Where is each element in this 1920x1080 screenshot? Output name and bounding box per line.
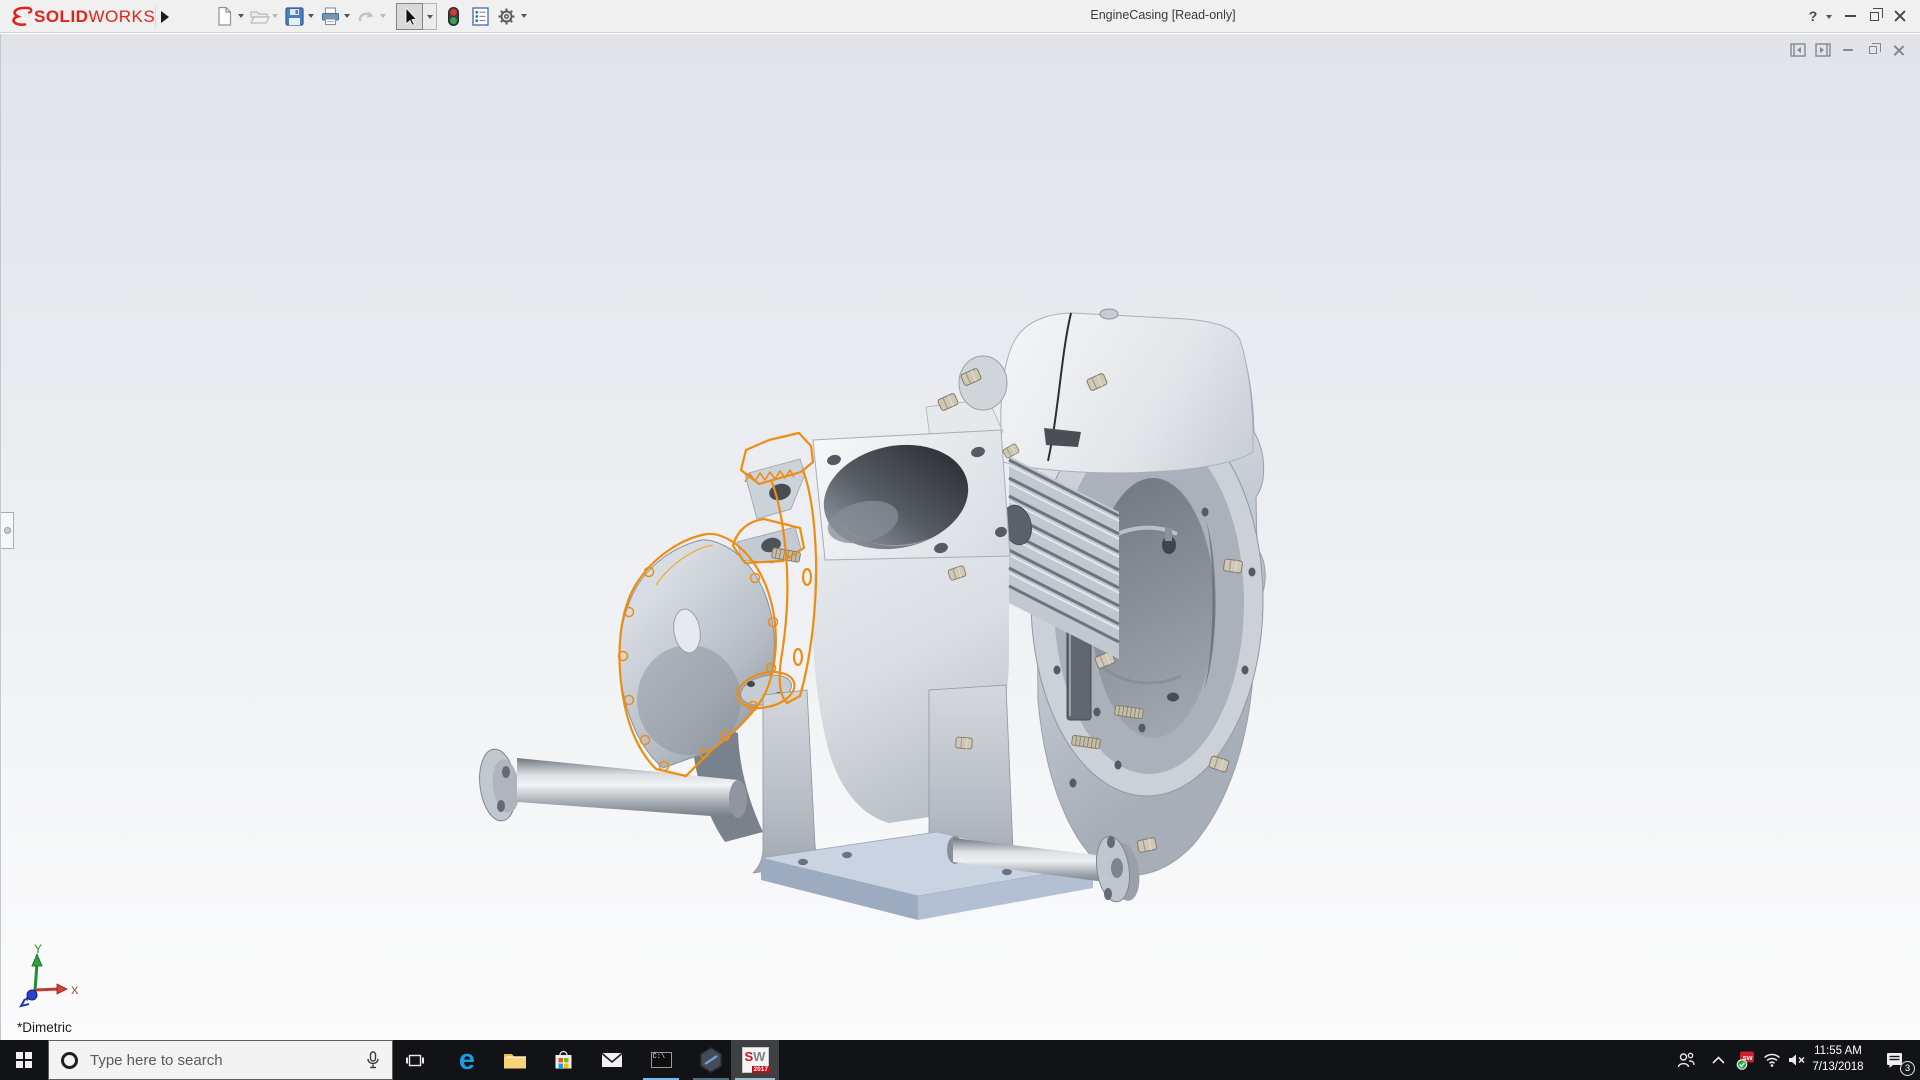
top-cover[interactable] [1000, 308, 1254, 474]
taskbar-solidworks-button[interactable]: SW 2017 [731, 1040, 779, 1080]
close-document-button[interactable] [1890, 42, 1906, 58]
taskbar-file-explorer-button[interactable] [491, 1040, 539, 1080]
new-document-button[interactable] [214, 6, 235, 27]
minimize-button[interactable] [1840, 6, 1860, 26]
taskbar-mail-button[interactable] [588, 1040, 636, 1080]
volume-muted-icon [1789, 1054, 1805, 1066]
taskbar-edge-button[interactable]: e [443, 1040, 491, 1080]
triad-y-label: Y [34, 942, 42, 956]
options-dropdown[interactable] [521, 14, 527, 18]
taskbar-hexagon-app-button[interactable] [687, 1040, 735, 1080]
store-icon [555, 1050, 571, 1069]
start-button[interactable] [0, 1040, 48, 1080]
file-properties-button[interactable] [470, 6, 491, 27]
open-button[interactable] [249, 6, 270, 27]
graphics-area[interactable]: Y X *Dimetric [0, 34, 1920, 1040]
windows-taskbar: e C:\ [0, 1040, 1920, 1080]
triad-x-label: X [71, 985, 79, 997]
action-center-button[interactable]: 3 [1872, 1040, 1918, 1080]
pane-handle-icon [3, 527, 11, 534]
solidworks-tray-icon: sw [1736, 1051, 1754, 1070]
people-icon [1677, 1052, 1695, 1068]
chevron-up-icon [1711, 1056, 1725, 1064]
dock-pane-left-button[interactable] [1790, 42, 1806, 58]
brand-text-bold: SOLID [34, 6, 89, 26]
cursor-icon [405, 6, 418, 26]
minimize-icon [1844, 15, 1856, 17]
open-dropdown [272, 14, 278, 18]
orientation-triad: Y X [18, 942, 79, 1008]
toolbar-flyout-button[interactable] [155, 5, 173, 28]
dock-pane-right-icon [1815, 43, 1831, 57]
save-dropdown[interactable] [308, 14, 314, 18]
print-dropdown[interactable] [344, 14, 350, 18]
task-view-icon [406, 1054, 424, 1066]
close-icon [1893, 45, 1904, 56]
flyout-arrow-icon [160, 10, 169, 23]
search-input[interactable] [90, 1051, 366, 1069]
engine-casing-model[interactable]: Y X [1, 34, 1920, 1040]
minimize-icon [1843, 49, 1853, 51]
restore-button[interactable] [1864, 6, 1884, 26]
restore-icon [1869, 7, 1883, 21]
document-title: EngineCasing [Read-only] [1090, 8, 1236, 22]
mail-icon [601, 1052, 623, 1067]
tray-clock[interactable]: 11:55 AM 7/13/2018 [1806, 1040, 1870, 1080]
notification-badge: 3 [1900, 1061, 1915, 1076]
solidworks-swirl-icon [12, 6, 33, 26]
restore-document-button[interactable] [1865, 42, 1881, 58]
select-tool-button[interactable] [396, 3, 423, 30]
undo-dropdown [380, 14, 386, 18]
view-orientation-label: *Dimetric [17, 1020, 72, 1035]
tray-show-hidden-icons-button[interactable] [1706, 1040, 1730, 1080]
solidworks-app-icon: SW 2017 [741, 1047, 770, 1073]
solidworks-logo: SOLID WORKS [8, 4, 155, 29]
close-icon [1894, 10, 1906, 22]
microphone-icon[interactable] [366, 1051, 380, 1069]
print-button[interactable] [320, 6, 341, 27]
tray-network-button[interactable] [1759, 1040, 1785, 1080]
save-button[interactable] [284, 6, 305, 27]
tray-solidworks-button[interactable]: sw [1733, 1040, 1759, 1080]
hexagon-app-icon [700, 1047, 722, 1073]
dock-pane-left-icon [1790, 43, 1806, 57]
clock-time: 11:55 AM [1814, 1045, 1862, 1058]
document-window-controls [1790, 42, 1906, 58]
wifi-icon [1764, 1053, 1780, 1067]
new-document-dropdown[interactable] [238, 14, 244, 18]
minimize-document-button[interactable] [1840, 42, 1856, 58]
taskbar-search[interactable] [48, 1040, 393, 1080]
close-button[interactable] [1890, 6, 1910, 26]
chevron-down-icon [426, 14, 433, 19]
title-bar: SOLID WORKS EngineCasing [Read-only] ? [0, 0, 1920, 33]
pedestal-stud [955, 736, 973, 750]
undo-button [358, 11, 374, 22]
help-dropdown[interactable] [1826, 15, 1832, 19]
restore-icon [1869, 43, 1881, 54]
edge-icon: e [458, 1043, 476, 1076]
command-prompt-icon: C:\ [650, 1052, 672, 1068]
solidworks-window: SOLID WORKS EngineCasing [Read-only] ? Y… [0, 0, 1920, 1080]
clock-date: 7/13/2018 [1812, 1061, 1864, 1073]
tray-people-button[interactable] [1672, 1040, 1700, 1080]
select-tool-dropdown[interactable] [423, 3, 437, 30]
brand-text-light: WORKS [88, 6, 156, 26]
dock-pane-right-button[interactable] [1815, 42, 1831, 58]
options-gear-button[interactable] [496, 6, 517, 27]
feature-manager-collapsed-tab[interactable] [1, 512, 14, 549]
task-view-button[interactable] [391, 1040, 439, 1080]
help-button[interactable]: ? [1804, 6, 1822, 26]
cortana-icon [61, 1051, 78, 1069]
taskbar-command-prompt-button[interactable]: C:\ [637, 1040, 685, 1080]
rebuild-button[interactable] [443, 6, 464, 27]
taskbar-store-button[interactable] [539, 1040, 587, 1080]
file-explorer-icon [504, 1053, 526, 1068]
windows-logo-icon [16, 1052, 32, 1068]
